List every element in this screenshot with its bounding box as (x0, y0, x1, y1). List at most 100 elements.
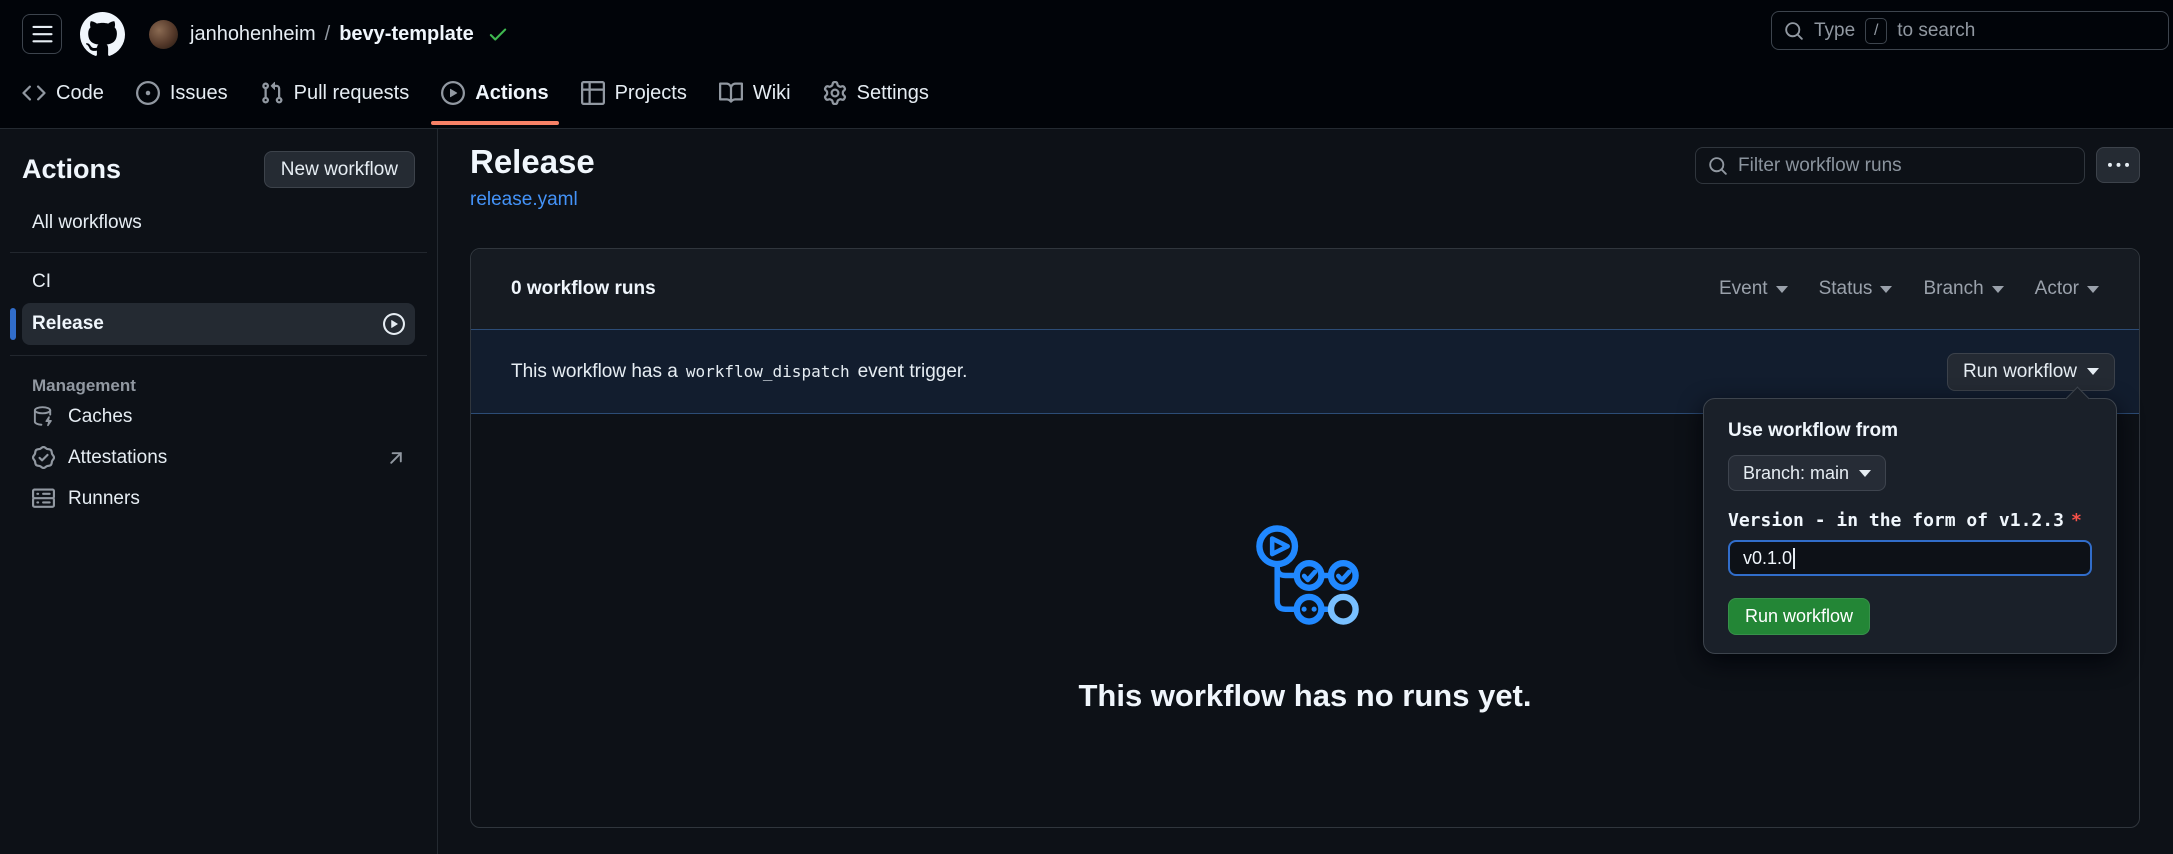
workflow-options-button[interactable] (2096, 147, 2140, 183)
filter-label: Event (1719, 278, 1768, 300)
runs-count-label: 0 workflow runs (511, 278, 656, 300)
tab-settings[interactable]: Settings (823, 58, 929, 128)
sidebar-item-label: Caches (68, 406, 132, 428)
event-filter-dropdown[interactable]: Event (1719, 278, 1788, 300)
page-title: Release (470, 143, 595, 181)
gear-icon (823, 81, 847, 105)
run-workflow-submit-button[interactable]: Run workflow (1728, 598, 1870, 635)
empty-state-message: This workflow has no runs yet. (471, 678, 2139, 714)
code-icon (22, 81, 46, 105)
tab-label: Projects (615, 82, 687, 105)
search-placeholder-prefix: Type (1814, 20, 1855, 42)
workflow-dispatch-banner: This workflow has aworkflow_dispatcheven… (471, 329, 2139, 414)
actor-filter-dropdown[interactable]: Actor (2035, 278, 2099, 300)
global-search-input[interactable]: Type / to search (1771, 11, 2169, 50)
filter-label: Branch (1923, 278, 1983, 300)
filter-label: Status (1819, 278, 1873, 300)
chevron-down-icon (1859, 470, 1871, 477)
breadcrumb-owner-link[interactable]: janhohenheim (190, 23, 316, 46)
verified-badge-icon (32, 446, 55, 469)
required-asterisk: * (2071, 510, 2082, 531)
status-filter-dropdown[interactable]: Status (1819, 278, 1893, 300)
run-workflow-dropdown-button[interactable]: Run workflow (1947, 353, 2115, 391)
cache-icon (32, 405, 55, 428)
version-input[interactable]: v0.1.0 (1728, 540, 2092, 576)
tab-code[interactable]: Code (22, 58, 104, 128)
branch-filter-dropdown[interactable]: Branch (1923, 278, 2003, 300)
github-logo-icon[interactable] (80, 12, 125, 57)
play-circle-icon (383, 313, 405, 335)
kebab-horizontal-icon (2108, 155, 2129, 176)
sidebar-item-release[interactable]: Release (22, 303, 415, 345)
chevron-down-icon (2087, 286, 2099, 293)
three-bars-icon (31, 23, 54, 46)
text-cursor (1793, 548, 1795, 569)
filter-workflow-runs-input[interactable] (1738, 155, 2072, 177)
hamburger-menu-button[interactable] (22, 14, 62, 54)
banner-text-before: This workflow has a (511, 361, 678, 382)
breadcrumb-repo-link[interactable]: bevy-template (339, 23, 474, 46)
sidebar-header: Actions New workflow (22, 151, 415, 188)
sidebar-item-label: Attestations (68, 447, 167, 469)
tab-projects[interactable]: Projects (581, 58, 687, 128)
branch-selector-button[interactable]: Branch: main (1728, 455, 1886, 491)
tab-label: Settings (857, 82, 929, 105)
popup-heading: Use workflow from (1728, 420, 2092, 442)
branch-selector-label: Branch: main (1743, 463, 1849, 484)
breadcrumb-separator: / (325, 23, 331, 46)
user-avatar[interactable] (149, 20, 178, 49)
tab-issues[interactable]: Issues (136, 58, 228, 128)
app-header: janhohenheim / bevy-template Type / to s… (0, 0, 2173, 129)
tab-label: Pull requests (294, 82, 410, 105)
workflow-page-header: Release release.yaml (470, 143, 2140, 211)
sidebar-title: Actions (22, 154, 121, 185)
sidebar-divider (10, 355, 427, 356)
sidebar-item-all-workflows[interactable]: All workflows (22, 204, 415, 242)
workflow-graph-icon (1248, 515, 1362, 625)
sidebar-item-runners[interactable]: Runners (22, 478, 415, 519)
sidebar-item-attestations[interactable]: Attestations (22, 437, 415, 478)
chevron-down-icon (1992, 286, 2004, 293)
management-section-heading: Management (22, 376, 415, 396)
tab-label: Actions (475, 82, 548, 105)
tab-wiki[interactable]: Wiki (719, 58, 791, 128)
tab-label: Wiki (753, 82, 791, 105)
search-icon (1708, 156, 1728, 176)
header-actions (1695, 147, 2140, 211)
banner-message: This workflow has aworkflow_dispatcheven… (511, 361, 967, 383)
runs-filter-bar: Event Status Branch Actor (1719, 278, 2099, 300)
workflow-title-block: Release release.yaml (470, 143, 595, 211)
version-label-text: Version - in the form of v1.2.3 (1728, 510, 2064, 531)
sidebar-item-ci[interactable]: CI (22, 263, 415, 301)
workflow-file-link[interactable]: release.yaml (470, 189, 578, 211)
search-icon (1784, 21, 1804, 41)
sidebar-divider (10, 252, 427, 253)
version-input-value: v0.1.0 (1743, 548, 1792, 569)
table-icon (581, 81, 605, 105)
slash-key-hint: / (1865, 18, 1887, 44)
play-icon (441, 81, 465, 105)
tab-pull-requests[interactable]: Pull requests (260, 58, 410, 128)
tab-label: Code (56, 82, 104, 105)
sidebar-item-caches[interactable]: Caches (22, 396, 415, 437)
repo-tab-bar: Code Issues Pull requests Actions (0, 58, 2173, 128)
banner-code: workflow_dispatch (686, 362, 850, 381)
filter-label: Actor (2035, 278, 2079, 300)
breadcrumb: janhohenheim / bevy-template (190, 23, 509, 46)
chevron-down-icon (2087, 368, 2099, 375)
run-workflow-popup: Use workflow from Branch: main Version -… (1703, 398, 2117, 654)
filter-workflow-runs-box (1695, 147, 2085, 184)
search-placeholder-suffix: to search (1897, 20, 1975, 42)
tab-actions[interactable]: Actions (441, 58, 548, 128)
repo-status-check-icon (487, 23, 509, 45)
git-pull-request-icon (260, 81, 284, 105)
sidebar-item-label: Release (32, 313, 104, 335)
new-workflow-button[interactable]: New workflow (264, 151, 415, 188)
issue-opened-icon (136, 81, 160, 105)
chevron-down-icon (1880, 286, 1892, 293)
chevron-down-icon (1776, 286, 1788, 293)
version-input-label: Version - in the form of v1.2.3 * (1728, 510, 2092, 531)
external-link-arrow-icon (387, 449, 405, 467)
server-icon (32, 487, 55, 510)
run-workflow-label: Run workflow (1963, 361, 2077, 383)
